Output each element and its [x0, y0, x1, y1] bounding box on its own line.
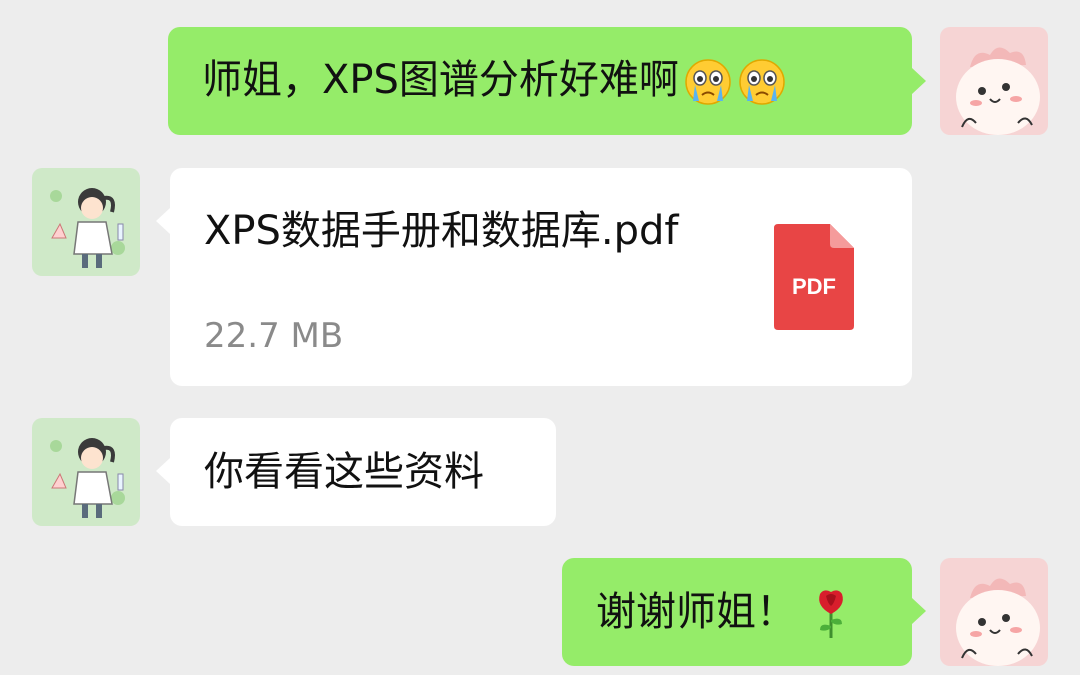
crying-face-icon: [683, 57, 733, 107]
girl-scientist-avatar-icon: [32, 168, 140, 276]
bubble-tail: [912, 68, 926, 94]
file-name: XPS数据手册和数据库.pdf: [204, 208, 679, 254]
bubble-tail: [156, 458, 170, 484]
sender-avatar[interactable]: [32, 418, 140, 526]
message-bubble-incoming[interactable]: 你看看这些资料: [170, 418, 556, 526]
rose-icon: [814, 588, 848, 640]
message-text: 师姐，XPS图谱分析好难啊: [202, 57, 679, 103]
file-message-bubble[interactable]: XPS数据手册和数据库.pdf 22.7 MB PDF: [170, 168, 912, 386]
girl-scientist-avatar-icon: [32, 418, 140, 526]
sender-avatar[interactable]: [32, 168, 140, 276]
message-bubble-outgoing[interactable]: 谢谢师姐！: [562, 558, 912, 666]
pdf-file-icon: PDF: [774, 224, 854, 330]
chat-window: 师姐，XPS图谱分析好难啊 XPS数据手册和数据库.pdf 22.7 MB PD…: [0, 0, 1080, 675]
my-avatar[interactable]: [940, 27, 1048, 135]
dinosaur-avatar-icon: [940, 558, 1048, 666]
bubble-tail: [912, 598, 926, 624]
pdf-icon-label: PDF: [792, 274, 836, 299]
message-text: 你看看这些资料: [204, 449, 484, 495]
my-avatar[interactable]: [940, 558, 1048, 666]
message-bubble-outgoing[interactable]: 师姐，XPS图谱分析好难啊: [168, 27, 912, 135]
crying-face-icon: [737, 57, 787, 107]
bubble-tail: [156, 208, 170, 234]
dinosaur-avatar-icon: [940, 27, 1048, 135]
file-size: 22.7 MB: [204, 316, 344, 356]
message-text: 谢谢师姐！: [596, 589, 796, 635]
